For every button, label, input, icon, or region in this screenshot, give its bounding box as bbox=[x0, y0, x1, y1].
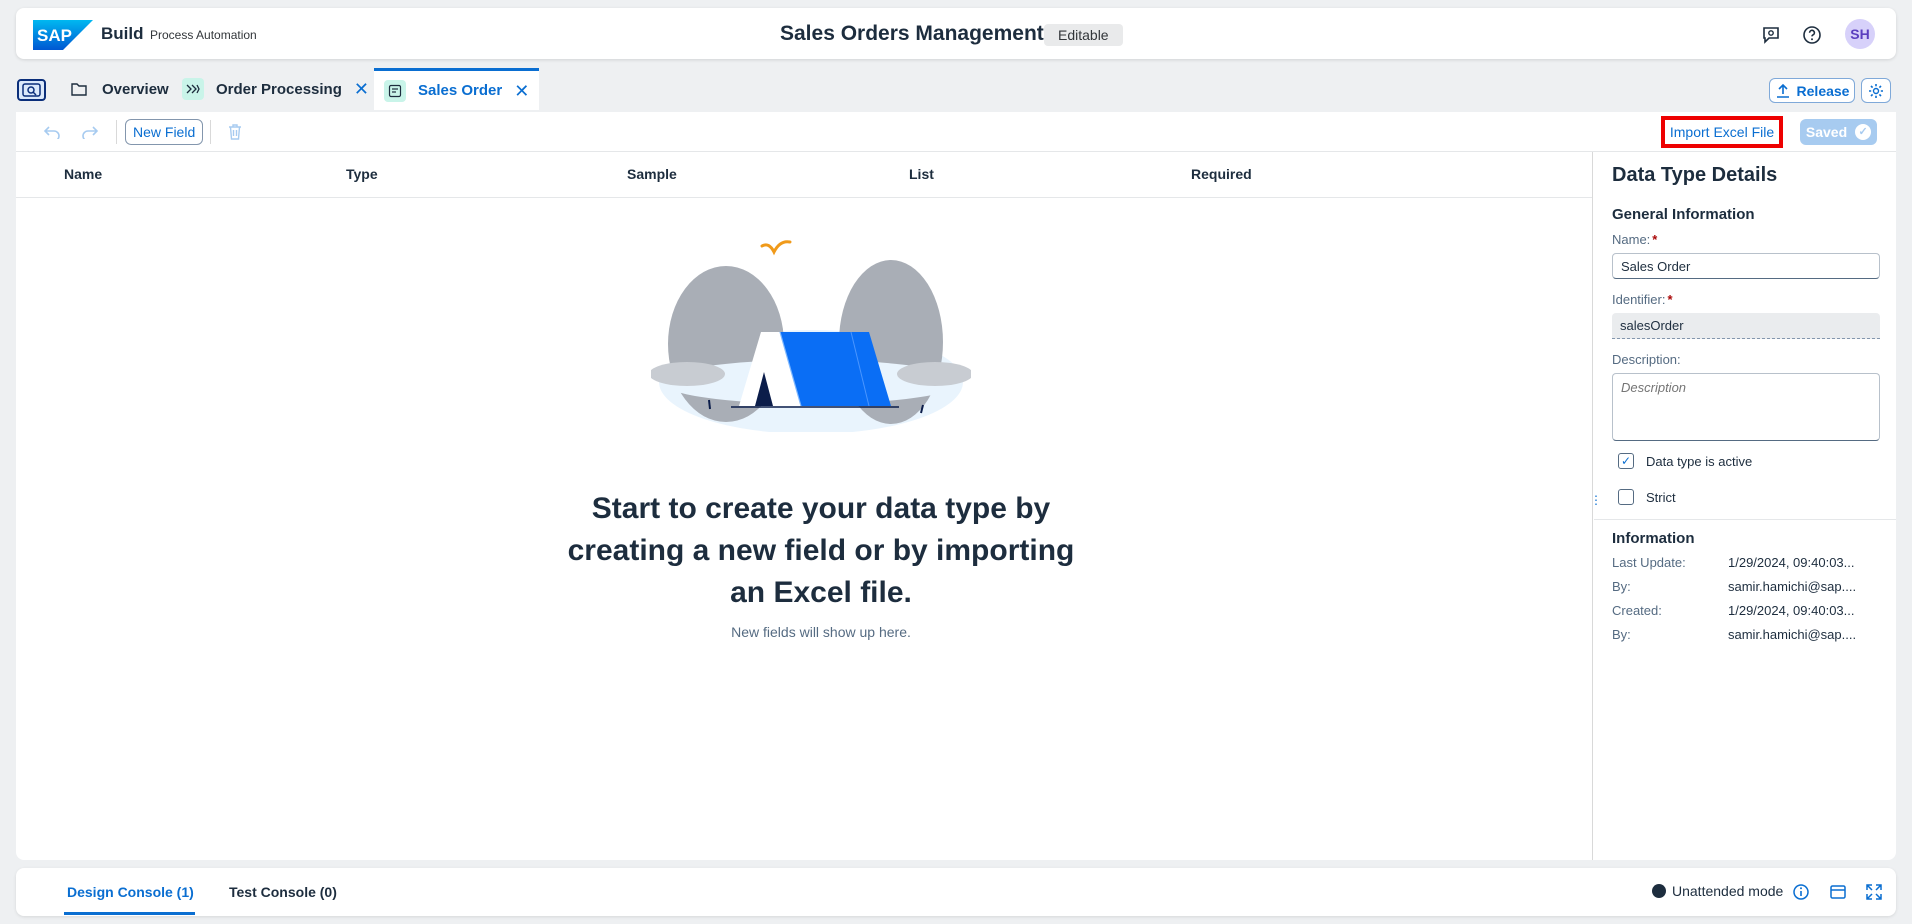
tab-order-processing[interactable]: Order Processing ✕ bbox=[182, 68, 369, 110]
delete-icon[interactable] bbox=[225, 122, 245, 142]
name-label: Name: * bbox=[1612, 232, 1658, 247]
tab-label: Order Processing bbox=[216, 80, 342, 98]
release-label: Release bbox=[1796, 82, 1850, 99]
info-created-by-value: samir.hamichi@sap.... bbox=[1728, 627, 1857, 642]
folder-icon bbox=[68, 78, 90, 100]
settings-button[interactable] bbox=[1861, 78, 1891, 103]
saved-label: Saved bbox=[1805, 124, 1848, 140]
saved-status-button[interactable]: Saved ✓ bbox=[1800, 119, 1877, 145]
info-created-value: 1/29/2024, 09:40:03... bbox=[1728, 603, 1855, 618]
import-excel-button[interactable]: Import Excel File bbox=[1661, 116, 1783, 148]
data-type-editor: New Field Import Excel File Saved ✓ Name… bbox=[16, 112, 1896, 860]
description-field[interactable] bbox=[1612, 373, 1880, 441]
active-checkbox-row[interactable]: ✓ Data type is active bbox=[1618, 453, 1752, 469]
empty-state-title: Start to create your data type by creati… bbox=[567, 492, 1075, 609]
brand-subtitle: Process Automation bbox=[150, 28, 257, 42]
robot-icon bbox=[1652, 884, 1666, 898]
toolbar-divider bbox=[116, 120, 117, 144]
check-icon: ✓ bbox=[1855, 124, 1872, 140]
identifier-field bbox=[1612, 313, 1880, 339]
editor-toolbar: New Field Import Excel File Saved ✓ bbox=[16, 112, 1896, 152]
tab-design-console[interactable]: Design Console (1) bbox=[67, 884, 194, 900]
redo-icon[interactable] bbox=[80, 122, 100, 142]
tab-sales-order[interactable]: Sales Order ✕ bbox=[374, 68, 540, 110]
tab-test-console[interactable]: Test Console (0) bbox=[229, 884, 337, 900]
info-last-update-value: 1/29/2024, 09:40:03... bbox=[1728, 555, 1855, 570]
strict-checkbox-label: Strict bbox=[1646, 489, 1676, 505]
feedback-icon[interactable] bbox=[1760, 24, 1782, 46]
tab-overview[interactable]: Overview bbox=[68, 68, 169, 110]
brand-name: Build bbox=[101, 24, 144, 43]
info-last-update-label: Last Update: bbox=[1612, 555, 1686, 570]
console-bar: Design Console (1) Test Console (0) Unat… bbox=[16, 868, 1896, 916]
description-label: Description: bbox=[1612, 352, 1681, 367]
strict-checkbox-row[interactable]: Strict bbox=[1618, 489, 1676, 505]
help-icon[interactable] bbox=[1801, 24, 1823, 46]
empty-state-subtitle: New fields will show up here. bbox=[731, 624, 911, 640]
status-badge: Editable bbox=[1044, 24, 1123, 46]
details-title: Data Type Details bbox=[1612, 164, 1778, 186]
close-icon[interactable]: ✕ bbox=[514, 82, 529, 100]
active-checkbox-label: Data type is active bbox=[1646, 453, 1753, 469]
empty-state-tent-illustration bbox=[651, 240, 971, 432]
name-field[interactable] bbox=[1612, 253, 1880, 279]
expand-icon[interactable] bbox=[1865, 883, 1883, 901]
toolbar-divider bbox=[210, 120, 211, 144]
info-icon[interactable] bbox=[1792, 883, 1810, 901]
active-tab-indicator bbox=[64, 912, 195, 915]
active-checkbox[interactable]: ✓ bbox=[1618, 453, 1634, 469]
section-divider bbox=[1594, 519, 1896, 520]
shell-bar: SAP Build Process Automation Sales Order… bbox=[16, 8, 1896, 59]
strict-checkbox[interactable] bbox=[1618, 489, 1634, 505]
info-updated-by-value: samir.hamichi@sap.... bbox=[1728, 579, 1857, 594]
info-created-label: Created: bbox=[1612, 603, 1662, 618]
mode-label: Unattended mode bbox=[1672, 883, 1784, 899]
upload-icon bbox=[1776, 83, 1789, 98]
page-title: Sales Orders Management bbox=[780, 22, 1044, 45]
column-header-list[interactable]: List bbox=[909, 166, 934, 182]
project-explorer-toggle[interactable] bbox=[17, 79, 46, 101]
close-icon[interactable]: ✕ bbox=[354, 80, 369, 98]
panel-layout-icon[interactable] bbox=[1829, 883, 1847, 901]
identifier-label: Identifier: * bbox=[1612, 292, 1673, 307]
svg-text:SAP: SAP bbox=[37, 26, 72, 45]
info-updated-by-label: By: bbox=[1612, 579, 1631, 594]
column-header-sample[interactable]: Sample bbox=[627, 166, 677, 182]
info-created-by-label: By: bbox=[1612, 627, 1631, 642]
data-type-icon bbox=[384, 79, 406, 102]
column-header-type[interactable]: Type bbox=[346, 166, 378, 182]
sap-logo[interactable]: SAP bbox=[33, 20, 93, 50]
new-field-button[interactable]: New Field bbox=[125, 119, 204, 145]
undo-icon[interactable] bbox=[42, 122, 62, 142]
details-panel: Data Type Details General Information Na… bbox=[1594, 152, 1896, 860]
gear-icon bbox=[1869, 83, 1883, 98]
fields-table-header: Name Type Sample List Required bbox=[16, 152, 1592, 198]
release-button[interactable]: Release bbox=[1769, 78, 1855, 103]
column-header-name[interactable]: Name bbox=[64, 166, 102, 182]
editor-tab-bar: Overview Order Processing ✕ Sales Order … bbox=[16, 66, 1896, 110]
explorer-icon bbox=[22, 83, 41, 97]
avatar[interactable]: SH bbox=[1845, 19, 1875, 49]
unattended-mode-indicator: Unattended mode bbox=[1652, 883, 1783, 899]
process-icon bbox=[182, 78, 204, 100]
column-header-required[interactable]: Required bbox=[1191, 166, 1252, 182]
tab-label: Sales Order bbox=[418, 82, 503, 99]
general-information-heading: General Information bbox=[1612, 206, 1755, 223]
tab-label: Overview bbox=[102, 80, 169, 98]
information-heading: Information bbox=[1612, 530, 1695, 547]
